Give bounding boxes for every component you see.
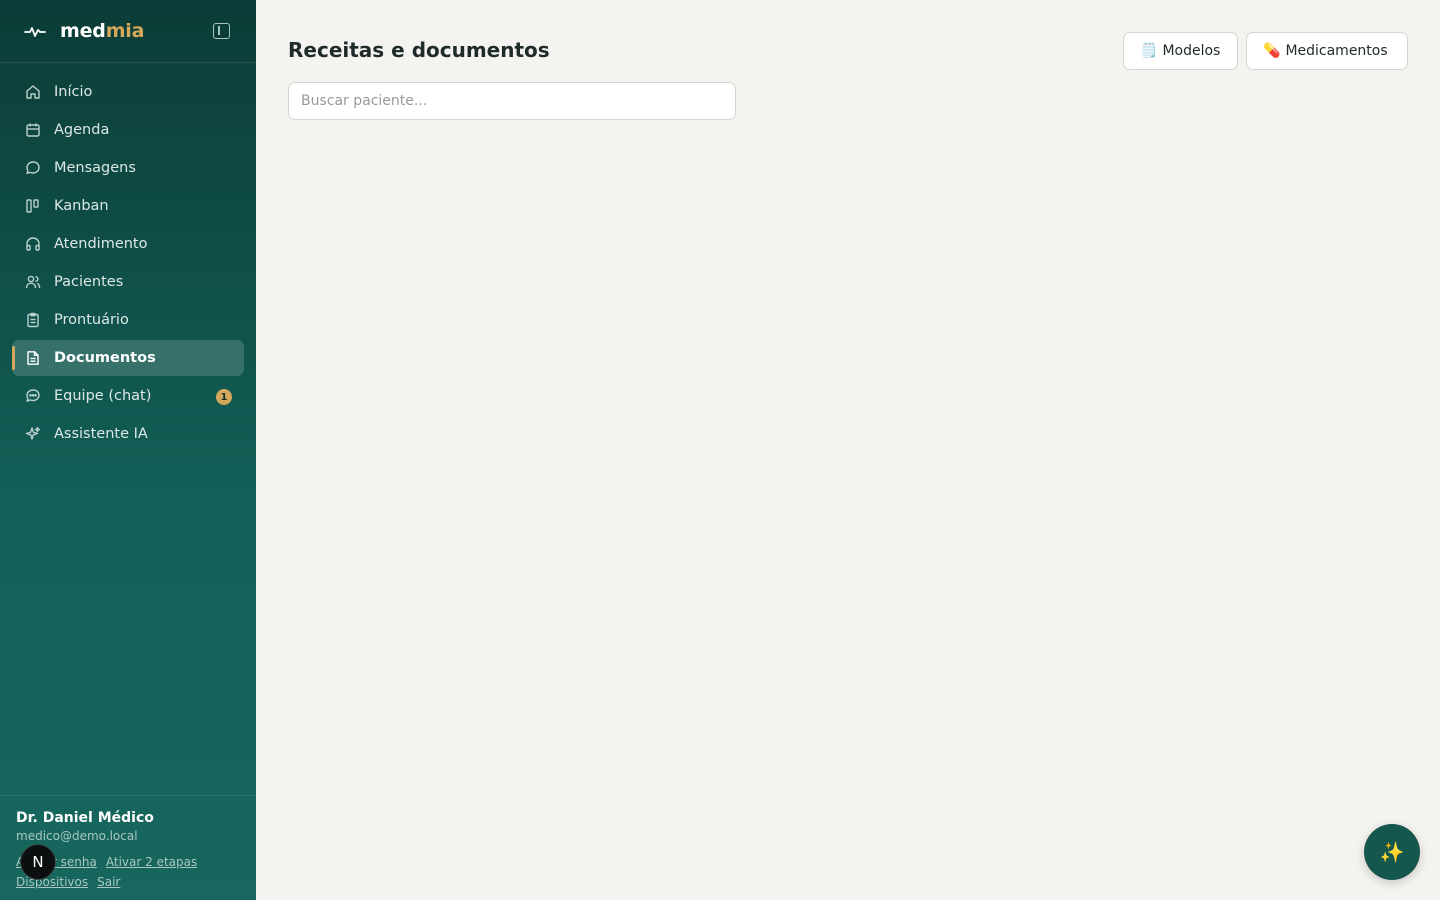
logout-link[interactable]: Sair	[97, 875, 120, 889]
document-icon	[25, 350, 41, 366]
sidebar-toggle-icon[interactable]	[213, 23, 230, 39]
modelos-button-label: Modelos	[1162, 43, 1221, 59]
sidebar-item-equipe-chat[interactable]: Equipe (chat) 1	[12, 378, 244, 414]
sidebar-item-label: Kanban	[54, 198, 109, 214]
home-icon	[25, 84, 41, 100]
sidebar-item-label: Atendimento	[54, 236, 148, 252]
chat-icon	[25, 388, 41, 404]
sidebar-item-documentos[interactable]: Documentos	[12, 340, 244, 376]
avatar[interactable]: N	[20, 844, 56, 880]
sidebar-item-label: Início	[54, 84, 93, 100]
sidebar-item-inicio[interactable]: Início	[12, 74, 244, 110]
sidebar-item-mensagens[interactable]: Mensagens	[12, 150, 244, 186]
sparkles-icon	[25, 426, 41, 442]
medicamentos-button[interactable]: 💊 Medicamentos	[1246, 32, 1408, 70]
sidebar-item-label: Assistente IA	[54, 426, 148, 442]
sidebar-item-label: Agenda	[54, 122, 110, 138]
sidebar-item-label: Documentos	[54, 350, 156, 366]
unread-badge: 1	[216, 389, 232, 405]
sidebar-item-assistente-ia[interactable]: Assistente IA	[12, 416, 244, 452]
notepad-icon: 🗒️	[1140, 43, 1158, 59]
sidebar: medmia Início Agenda Mensagens Kanban At…	[0, 0, 256, 900]
enable-2fa-link[interactable]: Ativar 2 etapas	[106, 855, 197, 869]
sidebar-item-kanban[interactable]: Kanban	[12, 188, 244, 224]
sidebar-item-atendimento[interactable]: Atendimento	[12, 226, 244, 262]
sidebar-item-label: Prontuário	[54, 312, 129, 328]
devices-link[interactable]: Dispositivos	[16, 875, 88, 889]
headphones-icon	[25, 236, 41, 252]
ai-assistant-fab[interactable]: ✨	[1364, 824, 1420, 880]
users-icon	[25, 274, 41, 290]
sidebar-item-agenda[interactable]: Agenda	[12, 112, 244, 148]
clipboard-icon	[25, 312, 41, 328]
pulse-icon	[24, 27, 46, 37]
user-name: Dr. Daniel Médico	[16, 810, 154, 826]
message-icon	[25, 160, 41, 176]
pill-icon: 💊	[1263, 43, 1281, 59]
user-email: medico@demo.local	[16, 829, 138, 843]
sidebar-item-pacientes[interactable]: Pacientes	[12, 264, 244, 300]
kanban-icon	[25, 198, 41, 214]
sidebar-item-prontuario[interactable]: Prontuário	[12, 302, 244, 338]
sparkles-icon: ✨	[1379, 840, 1405, 864]
modelos-button[interactable]: 🗒️ Modelos	[1123, 32, 1238, 70]
brand-header: medmia	[0, 0, 256, 63]
sidebar-item-label: Mensagens	[54, 160, 136, 176]
medicamentos-button-label: Medicamentos	[1285, 43, 1388, 59]
brand-logo[interactable]: medmia	[60, 20, 144, 42]
page-title: Receitas e documentos	[288, 38, 550, 62]
calendar-icon	[25, 122, 41, 138]
sidebar-item-label: Equipe (chat)	[54, 388, 152, 404]
sidebar-nav: Início Agenda Mensagens Kanban Atendimen…	[0, 63, 256, 452]
search-patient-input[interactable]	[288, 82, 736, 120]
sidebar-item-label: Pacientes	[54, 274, 124, 290]
